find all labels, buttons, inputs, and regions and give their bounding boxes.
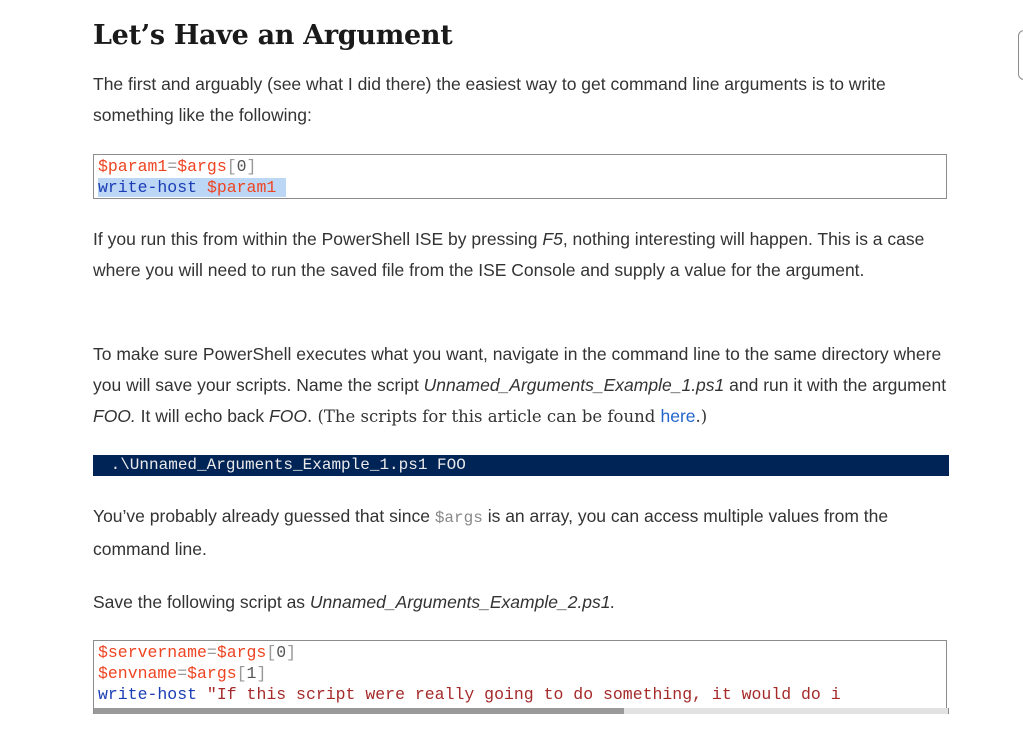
code-keyword: write-host	[98, 178, 198, 197]
code-keyword: write-host	[98, 685, 198, 704]
script-name-2: Unnamed_Arguments_Example_2.ps1.	[309, 592, 616, 612]
code-variable: $param1	[98, 157, 168, 176]
code-operator: =	[206, 643, 217, 662]
code-line: $servername=$args[0]	[98, 642, 942, 663]
key-f5: F5	[542, 229, 563, 249]
code-variable: $args	[187, 664, 237, 683]
paragraph-run-f5: If you run this from within the PowerShe…	[93, 229, 925, 280]
code-index: 1	[246, 664, 257, 683]
code-bracket: ]	[246, 157, 257, 176]
code-variable: $param1	[206, 178, 277, 197]
code-bracket: ]	[286, 643, 297, 662]
script-name-1: Unnamed_Arguments_Example_1.ps1	[423, 375, 725, 395]
code-bracket: [	[266, 643, 277, 662]
code-selection: write-host $param1	[98, 178, 287, 197]
paragraph-navigate: To make sure PowerShell executes what yo…	[93, 344, 947, 426]
code-line: $envname=$args[1]	[98, 663, 942, 684]
argument-foo: FOO.	[93, 406, 136, 426]
code-variable: $args	[177, 157, 227, 176]
console-command: .\Unnamed_Arguments_Example_1.ps1 FOO	[93, 455, 949, 476]
code-index: 0	[276, 643, 287, 662]
argument-foo-echo: FOO	[269, 406, 307, 426]
code-bracket: [	[226, 157, 237, 176]
scrollbar-thumb[interactable]	[94, 708, 624, 714]
inline-code-args: $args	[434, 509, 483, 527]
code-variable: $envname	[98, 664, 178, 683]
code-line: write-host "If this script were really g…	[98, 684, 942, 705]
code-line-selected: write-host $param1	[98, 177, 942, 198]
code-operator: =	[167, 157, 178, 176]
paragraph-args-array: You’ve probably already guessed that sin…	[93, 506, 889, 559]
code-bracket: ]	[256, 664, 267, 683]
code-horizontal-scrollbar[interactable]	[93, 708, 949, 714]
code-bracket: [	[236, 664, 247, 683]
code-string: "If this script were really going to do …	[197, 685, 841, 704]
paragraph-save-script: Save the following script as Unnamed_Arg…	[93, 592, 616, 612]
paragraph-intro: The first and arguably (see what I did t…	[93, 74, 886, 125]
side-scroll-tab[interactable]	[1018, 30, 1023, 80]
code-variable: $servername	[98, 643, 207, 662]
code-operator: =	[177, 664, 188, 683]
code-variable: $args	[216, 643, 267, 662]
section-heading: Let’s Have an Argument	[93, 20, 453, 51]
code-block-1: $param1=$args[0] write-host $param1	[93, 154, 947, 199]
here-link[interactable]: here	[661, 406, 696, 426]
code-index: 0	[236, 157, 247, 176]
code-block-2: $servername=$args[0] $envname=$args[1] wri…	[93, 640, 947, 714]
code-line: $param1=$args[0]	[98, 156, 942, 177]
